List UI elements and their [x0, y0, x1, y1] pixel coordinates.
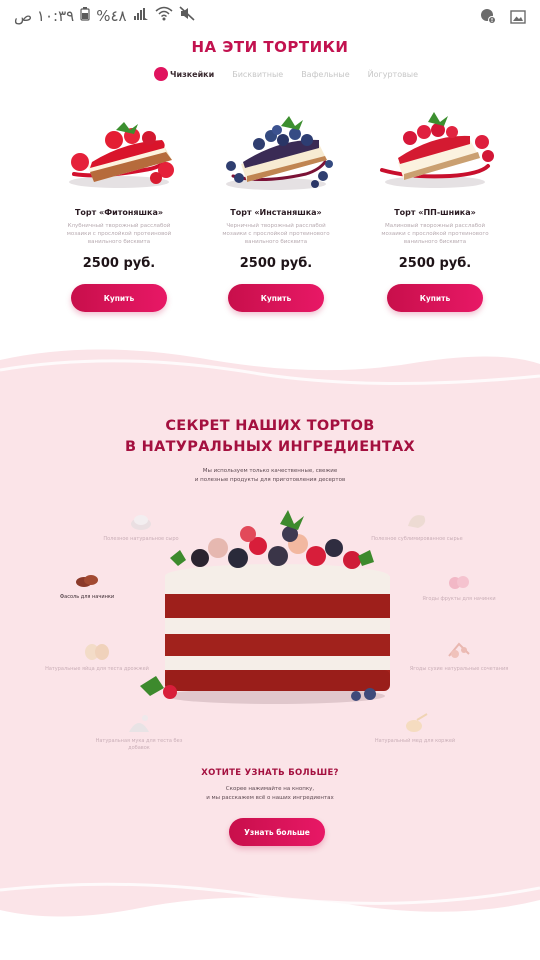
tab-cheesecakes[interactable]: Чизкейки: [154, 67, 215, 81]
feature-text: Натуральный мед для коржей: [374, 738, 456, 744]
feature-item: Фасоль для начинки: [32, 572, 142, 601]
secret-subtitle: Мы используем только качественные, свежи…: [0, 467, 540, 485]
feature-text: Фасоль для начинки: [59, 594, 115, 600]
product-price: 2500 руб.: [82, 256, 156, 271]
battery-percent: %٤٨: [96, 6, 127, 25]
raspberry-cheesecake-image: [380, 112, 494, 188]
blueberry-cheesecake-image: [226, 116, 333, 190]
signal-icon: [133, 7, 149, 25]
feature-text: Ягоды сухие натуральные сочетания: [409, 666, 509, 672]
feature-item: Натуральный мед для коржей: [360, 712, 470, 745]
tab-wafer[interactable]: Вафельные: [301, 70, 349, 79]
beans-icon: [76, 575, 98, 587]
product-card: Торт «Фитоняшка» Клубничный творожный ра…: [54, 104, 184, 324]
eggs-icon: [85, 644, 109, 660]
secret-title-line1: СЕКРЕТ НАШИХ ТОРТОВ: [165, 418, 375, 434]
secret-title: СЕКРЕТ НАШИХ ТОРТОВ В НАТУРАЛЬНЫХ ИНГРЕД…: [0, 416, 540, 458]
feature-item: Натуральная мука для теста без добавок: [84, 712, 194, 752]
flour-icon: [129, 715, 149, 732]
product-description: Малиновый творожный расслабой мозаики с …: [381, 223, 489, 245]
product-name: Торт «Фитоняшка»: [74, 208, 164, 217]
product-price: 2500 руб.: [398, 256, 472, 271]
tab-biscuit[interactable]: Бисквитные: [232, 70, 283, 79]
buy-button[interactable]: Купить: [228, 284, 324, 312]
tab-yogurt[interactable]: Йогуртовые: [368, 70, 418, 79]
secret-subtitle-line1: Мы используем только качественные, свежи…: [202, 468, 338, 474]
red-velvet-cake-image: [140, 510, 390, 704]
learn-more-subtitle: Скорее нажимайте на кнопку, и мы расскаж…: [0, 785, 540, 803]
product-name: Торт «ПП-шника»: [394, 208, 476, 217]
learn-more-title: ХОТИТЕ УЗНАТЬ БОЛЬШЕ?: [201, 768, 339, 778]
product-card: Торт «ПП-шника» Малиновый творожный расс…: [370, 104, 500, 324]
status-left: ١٠:٣٩ ص %٤٨: [14, 6, 195, 25]
feature-item: Ягоды сухие натуральные сочетания: [404, 640, 514, 673]
berries-icon: [449, 576, 469, 589]
product-name: Торт «Инстаняшка»: [230, 208, 322, 217]
learn-more-button[interactable]: Узнать больше: [229, 818, 325, 846]
status-time: ١٠:٣٩ ص: [14, 6, 75, 25]
mute-icon: [179, 6, 195, 25]
status-bar: ١٠:٣٩ ص %٤٨: [0, 0, 540, 36]
strawberry-cheesecake-image: [69, 122, 174, 188]
secret-title-line2: В НАТУРАЛЬНЫХ ИНГРЕДИЕНТАХ: [124, 439, 416, 455]
learn-more-subtitle-line1: Скорее нажимайте на кнопку,: [225, 786, 315, 792]
dried-berries-icon: [448, 642, 470, 658]
buy-button[interactable]: Купить: [71, 284, 167, 312]
feature-text: Ягоды фрукты для начинки: [422, 596, 496, 602]
buy-button[interactable]: Купить: [387, 284, 483, 312]
products-title: НА ЭТИ ТОРТИКИ: [191, 38, 349, 56]
active-tab-dot: [154, 67, 168, 81]
feature-item: Ягоды фрукты для начинки: [404, 572, 514, 603]
product-description: Клубничный творожный расслабой мозаики с…: [66, 223, 172, 245]
feature-text: Натуральная мука для теста без добавок: [95, 738, 183, 751]
notification-icon: [480, 8, 496, 28]
category-tabs: Чизкейки Бисквитные Вафельные Йогуртовые: [154, 67, 418, 81]
product-card: Торт «Инстаняшка» Черничный творожный ра…: [211, 104, 341, 324]
secret-subtitle-line2: и полезные продукты для приготовления де…: [194, 477, 346, 483]
honey-icon: [406, 713, 428, 732]
status-right: [480, 8, 526, 28]
tab-label: Чизкейки: [170, 70, 215, 79]
learn-more-subtitle-line2: и мы расскажем всё о наших ингредиентах: [206, 795, 334, 801]
product-description: Черничный творожный расслабой мозаики с …: [222, 223, 330, 245]
gallery-icon: [510, 9, 526, 28]
battery-icon: [80, 6, 90, 25]
product-price: 2500 руб.: [239, 256, 313, 271]
wifi-icon: [155, 6, 173, 25]
